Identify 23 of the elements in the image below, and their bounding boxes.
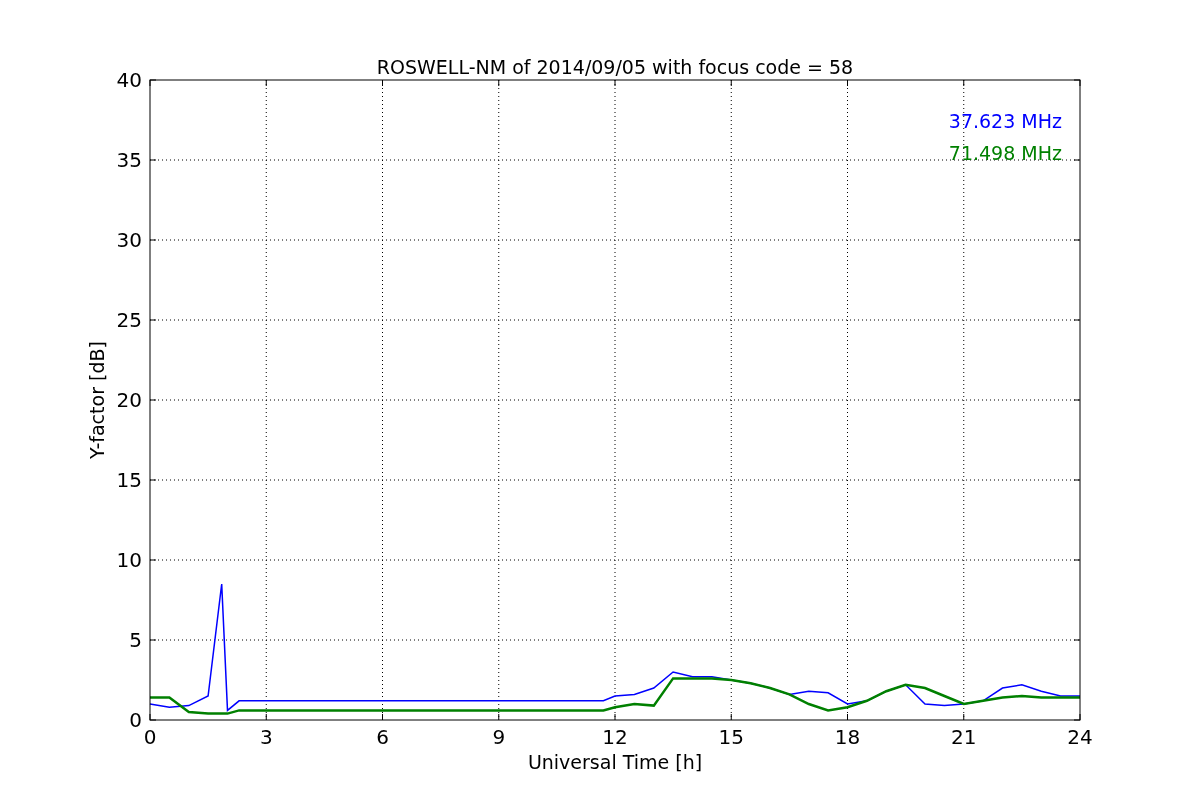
tick-label: 18 bbox=[834, 725, 861, 749]
tick-label: 21 bbox=[951, 725, 977, 749]
axis-label: Universal Time [h] bbox=[527, 751, 703, 773]
tick-label: 40 bbox=[116, 68, 142, 92]
tick-label: 12 bbox=[602, 725, 628, 749]
tick-label: 10 bbox=[116, 548, 142, 572]
tick-label: 6 bbox=[376, 725, 389, 749]
tick-label: 15 bbox=[718, 725, 744, 749]
tick-label: 0 bbox=[129, 708, 142, 732]
tick-label: 30 bbox=[116, 228, 142, 252]
legend-label: 71.498 MHz bbox=[948, 142, 1062, 164]
tick-label: 5 bbox=[129, 628, 142, 652]
tick-label: 15 bbox=[116, 468, 142, 492]
tick-label: 9 bbox=[492, 725, 506, 749]
chart-title: ROSWELL-NM of 2014/09/05 with focus code = 58 bbox=[376, 56, 854, 78]
tick-label: 24 bbox=[1067, 725, 1093, 749]
tick-label: 25 bbox=[116, 308, 142, 332]
legend-label: 37.623 MHz bbox=[948, 110, 1062, 132]
tick-label: 20 bbox=[116, 388, 142, 412]
tick-label: 3 bbox=[259, 725, 273, 749]
tick-label: 35 bbox=[116, 148, 142, 172]
tick-label: 0 bbox=[143, 725, 157, 749]
axis-label: Y-factor [dB] bbox=[86, 341, 108, 459]
